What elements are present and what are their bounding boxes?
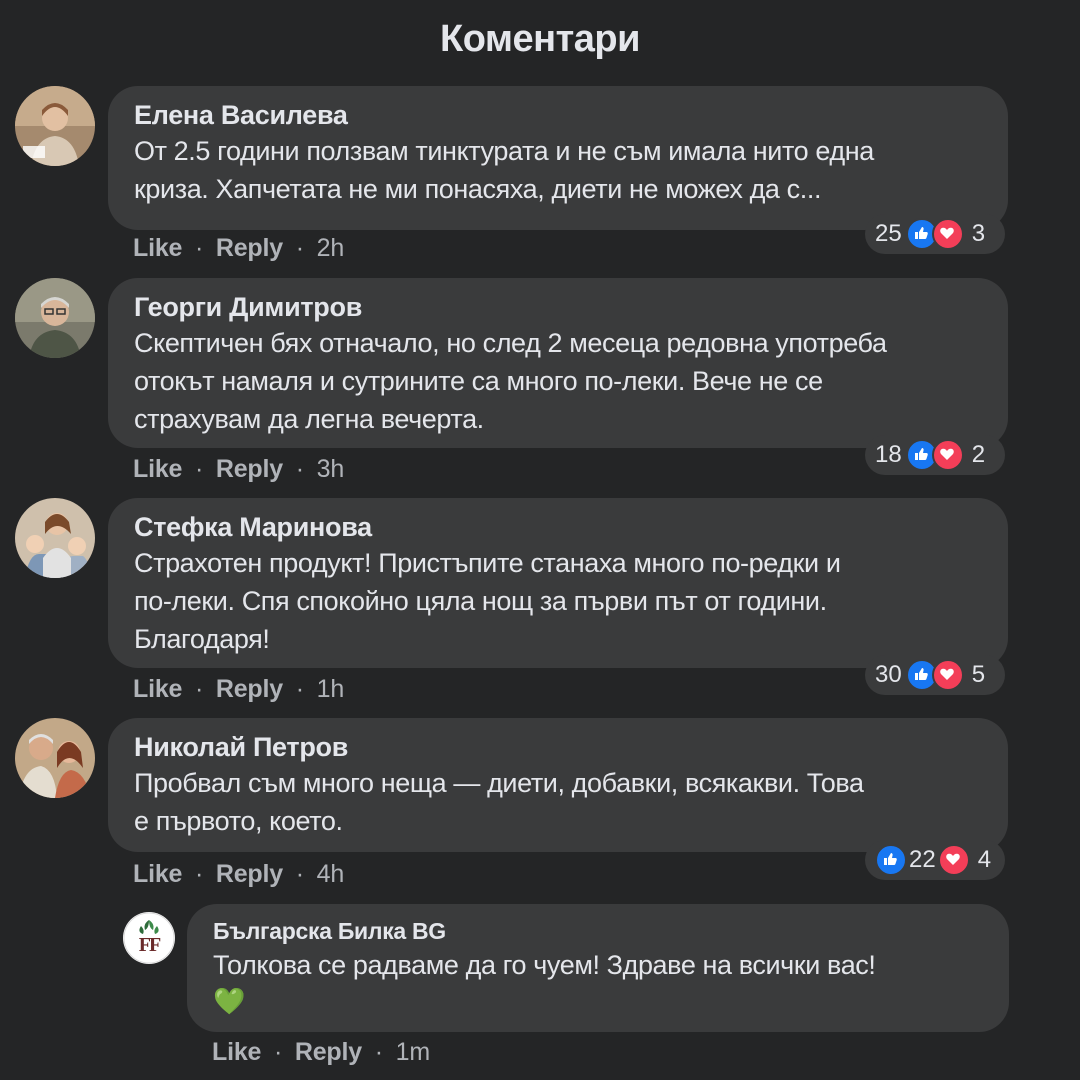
avatar[interactable] xyxy=(15,718,95,798)
love-count: 3 xyxy=(971,220,986,247)
timestamp[interactable]: 4h xyxy=(317,860,345,888)
comment-text-line: Толкова се радваме да го чуем! Здраве на… xyxy=(213,950,876,980)
separator: · xyxy=(273,1038,283,1066)
author-name[interactable]: Елена Василева xyxy=(134,98,984,132)
comment-bubble: Стефка Маринова Страхотен продукт! Прист… xyxy=(108,498,1008,668)
comment-text-line: Пробвал съм много неща — диети, добавки,… xyxy=(134,768,864,798)
comment-bubble: Българска Билка BG Толкова се радваме да… xyxy=(187,904,1009,1032)
reply-link[interactable]: Reply xyxy=(216,234,283,262)
separator: · xyxy=(194,234,204,262)
reaction-summary[interactable]: 22 4 xyxy=(865,840,1005,880)
like-link[interactable]: Like xyxy=(133,234,182,262)
thumbs-up-icon xyxy=(875,844,907,876)
author-name[interactable]: Георги Димитров xyxy=(134,290,984,324)
comment-bubble: Николай Петров Пробвал съм много неща — … xyxy=(108,718,1008,852)
comment-text-line: криза. Хапчетата не ми понасяха, диети н… xyxy=(134,174,822,204)
comment-actions: Like · Reply · 4h xyxy=(133,860,344,889)
heart-icon xyxy=(931,659,964,691)
green-heart-emoji: 💚 xyxy=(213,986,245,1016)
timestamp[interactable]: 1h xyxy=(317,675,345,703)
separator: · xyxy=(194,860,204,888)
reaction-summary[interactable]: 18 2 xyxy=(865,435,1005,475)
love-count: 2 xyxy=(971,441,986,468)
separator: · xyxy=(295,675,304,703)
author-name[interactable]: Николай Петров xyxy=(134,730,984,764)
comment-actions: Like · Reply · 1h xyxy=(133,675,344,704)
comment-text-line: Скептичен бях отначало, но след 2 месеца… xyxy=(134,328,887,358)
heart-icon xyxy=(931,439,964,471)
heart-icon xyxy=(937,844,970,876)
separator: · xyxy=(295,860,304,888)
separator: · xyxy=(295,455,304,483)
love-count: 4 xyxy=(977,846,992,873)
separator: · xyxy=(374,1038,383,1066)
avatar[interactable] xyxy=(15,86,95,166)
timestamp[interactable]: 1m xyxy=(396,1038,431,1066)
reaction-summary[interactable]: 30 5 xyxy=(865,655,1005,695)
like-count: 30 xyxy=(875,661,902,688)
like-count: 18 xyxy=(875,441,902,468)
like-link[interactable]: Like xyxy=(133,860,182,888)
comment-text-line: От 2.5 години ползвам тинктурата и не съ… xyxy=(134,136,874,166)
comment-text-line: е първото, което. xyxy=(134,806,343,836)
comment-text-line: Благодаря! xyxy=(134,624,270,654)
timestamp[interactable]: 2h xyxy=(317,234,345,262)
like-link[interactable]: Like xyxy=(133,675,182,703)
separator: · xyxy=(295,234,304,262)
timestamp[interactable]: 3h xyxy=(317,455,345,483)
love-count: 5 xyxy=(971,661,986,688)
reply-link[interactable]: Reply xyxy=(216,455,283,483)
avatar[interactable] xyxy=(15,278,95,358)
comment-text-line: страхувам да легна вечерта. xyxy=(134,404,484,434)
comment-bubble: Георги Димитров Скептичен бях отначало, … xyxy=(108,278,1008,448)
heart-icon xyxy=(931,218,964,250)
logo-text: FF xyxy=(138,934,161,956)
reply-link[interactable]: Reply xyxy=(295,1038,362,1066)
separator: · xyxy=(194,675,204,703)
separator: · xyxy=(194,455,204,483)
comment-text-line: отокът намаля и сутрините са много по-ле… xyxy=(134,366,823,396)
comment-text-line: Страхотен продукт! Пристъпите станаха мн… xyxy=(134,548,841,578)
author-name[interactable]: Стефка Маринова xyxy=(134,510,984,544)
reaction-summary[interactable]: 25 3 xyxy=(865,214,1005,254)
comment-actions: Like · Reply · 2h xyxy=(133,234,344,263)
like-link[interactable]: Like xyxy=(212,1038,261,1066)
comment-text-line: по-леки. Спя спокойно цяла нощ за първи … xyxy=(134,586,827,616)
page-logo[interactable]: FF xyxy=(123,912,175,964)
page-title: Коментари xyxy=(440,18,640,60)
comment-bubble: Елена Василева От 2.5 години ползвам тин… xyxy=(108,86,1008,230)
like-count: 25 xyxy=(875,220,902,247)
author-name[interactable]: Българска Билка BG xyxy=(213,916,985,946)
like-link[interactable]: Like xyxy=(133,455,182,483)
reply-link[interactable]: Reply xyxy=(216,860,283,888)
comment-actions: Like · Reply · 1m xyxy=(212,1038,430,1067)
avatar[interactable] xyxy=(15,498,95,578)
comment-actions: Like · Reply · 3h xyxy=(133,455,344,484)
reply-link[interactable]: Reply xyxy=(216,675,283,703)
like-count: 22 xyxy=(909,846,936,873)
